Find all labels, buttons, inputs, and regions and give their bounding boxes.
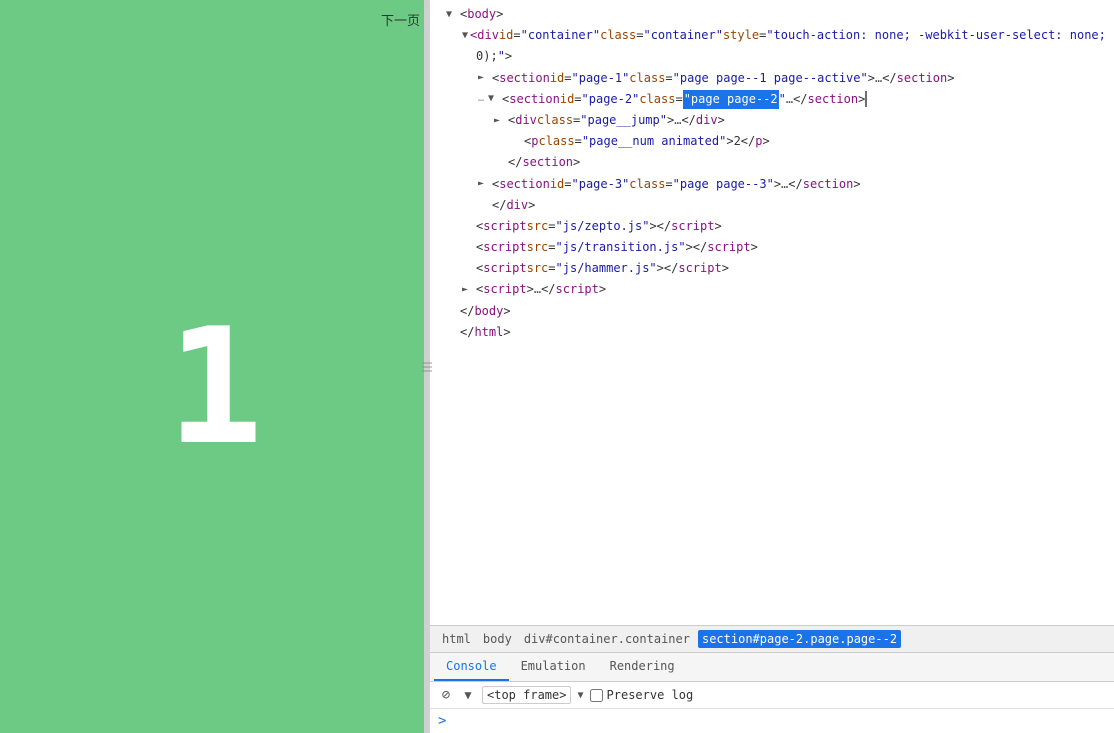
clear-console-icon[interactable] <box>438 687 454 703</box>
dom-line-section1[interactable]: <section id="page-1" class="page page--1… <box>430 68 1114 89</box>
triangle-script4[interactable] <box>462 282 474 298</box>
breadcrumb-item-body[interactable]: body <box>479 630 516 648</box>
dom-line-script3[interactable]: <script src="js/hammer.js"></script> <box>430 258 1114 279</box>
preserve-log-area: Preserve log <box>590 688 694 702</box>
page-number-display: 1 <box>0 40 430 733</box>
console-input-field[interactable] <box>452 714 1106 728</box>
triangle-body[interactable] <box>446 7 458 23</box>
dom-line-div-close: </div> <box>430 195 1114 216</box>
tab-rendering[interactable]: Rendering <box>598 653 687 681</box>
highlighted-class-value: "page page--2 <box>683 90 779 109</box>
breadcrumb-item-html[interactable]: html <box>438 630 475 648</box>
resize-handle[interactable] <box>424 0 430 733</box>
preserve-log-checkbox[interactable] <box>590 689 603 702</box>
dom-line-script1[interactable]: <script src="js/zepto.js"></script> <box>430 216 1114 237</box>
triangle-section2[interactable] <box>488 91 500 107</box>
dom-line-style-cont: 0);"> <box>430 46 1114 67</box>
filter-icon[interactable]: ▼ <box>460 687 476 703</box>
triangle-div-jump[interactable] <box>494 113 506 129</box>
console-tabs: Console Emulation Rendering <box>430 653 1114 682</box>
console-toolbar: ▼ <top frame> ▼ Preserve log <box>430 682 1114 709</box>
dom-line-script4[interactable]: <script>…</script> <box>430 279 1114 300</box>
frame-selector[interactable]: <top frame> <box>482 686 571 704</box>
dom-line-p-num[interactable]: <p class="page__num animated">2</p> <box>430 131 1114 152</box>
preview-pane: 下一页 1 <box>0 0 430 733</box>
breadcrumb-item-div[interactable]: div#container.container <box>520 630 694 648</box>
dom-tree: <body> <div id="container" class="contai… <box>430 0 1114 625</box>
triangle-section3[interactable] <box>478 176 490 192</box>
preserve-log-label[interactable]: Preserve log <box>607 688 694 702</box>
dom-line-div-jump[interactable]: <div class="page__jump">…</div> <box>430 110 1114 131</box>
dom-line-section-close: </section> <box>430 152 1114 173</box>
tab-console[interactable]: Console <box>434 653 509 681</box>
dom-line-div-container[interactable]: <div id="container" class="container" st… <box>430 25 1114 46</box>
dom-line-body[interactable]: <body> <box>430 4 1114 25</box>
breadcrumb-bar: html body div#container.container sectio… <box>430 625 1114 653</box>
console-input-line: > <box>430 709 1114 733</box>
breadcrumb-item-section[interactable]: section#page-2.page.page--2 <box>698 630 901 648</box>
dom-line-script2[interactable]: <script src="js/transition.js"></script> <box>430 237 1114 258</box>
dom-line-section2[interactable]: … <section id="page-2" class="page page-… <box>430 89 1114 110</box>
triangle-section1[interactable] <box>478 70 490 86</box>
dom-line-body-close: </body> <box>430 301 1114 322</box>
frame-dropdown-arrow[interactable]: ▼ <box>577 690 583 701</box>
triangle-div-container[interactable] <box>462 28 468 44</box>
side-marker: … <box>478 91 484 107</box>
dom-line-section3[interactable]: <section id="page-3" class="page page--3… <box>430 174 1114 195</box>
next-page-button[interactable]: 下一页 <box>381 10 420 29</box>
console-prompt: > <box>438 713 446 729</box>
tab-emulation[interactable]: Emulation <box>509 653 598 681</box>
dom-line-html-close: </html> <box>430 322 1114 343</box>
devtools-pane: <body> <div id="container" class="contai… <box>430 0 1114 733</box>
